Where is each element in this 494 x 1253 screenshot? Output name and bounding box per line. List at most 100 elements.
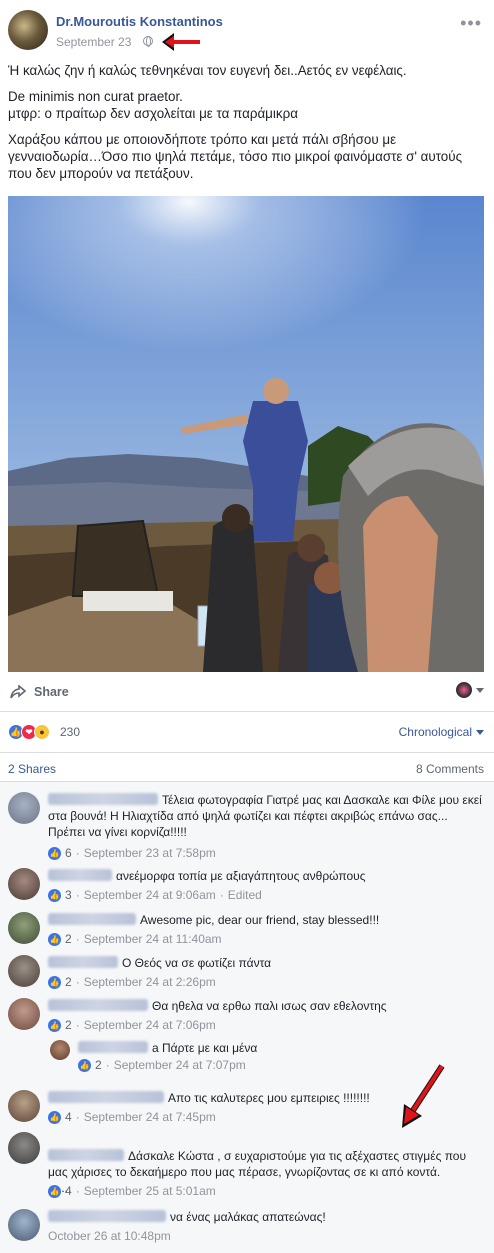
- comment: Τέλεια φωτογραφία Γιατρέ μας και Δασκαλε…: [0, 790, 494, 870]
- commenter-name[interactable]: [48, 999, 148, 1011]
- post-actions: Share: [0, 672, 494, 712]
- comment-like-count[interactable]: 2: [65, 1018, 72, 1032]
- reaction-icons[interactable]: 👍 ❤ ●: [8, 724, 50, 740]
- commenter-avatar[interactable]: [8, 998, 40, 1030]
- comment-time[interactable]: September 24 at 2:26pm: [84, 975, 216, 989]
- comment-body: Ο Θεός να σε φωτίζει πάντα: [122, 956, 272, 970]
- like-icon: 👍: [48, 888, 61, 902]
- comment-text: Awesome pic, dear our friend, stay bless…: [48, 912, 488, 928]
- commenter-name[interactable]: [48, 793, 158, 805]
- comment-time[interactable]: September 23 at 7:58pm: [84, 846, 216, 860]
- reactions-row: 👍 ❤ ● 230 Chronological: [0, 720, 494, 744]
- comment: να ένας μαλάκας απατεώνας! October 26 at…: [0, 1209, 494, 1249]
- commenter-avatar[interactable]: [8, 868, 40, 900]
- reaction-count[interactable]: 230: [60, 725, 80, 739]
- comment-time[interactable]: September 24 at 7:07pm: [114, 1058, 246, 1072]
- comment-time[interactable]: September 25 at 5:01am: [84, 1184, 216, 1198]
- commenter-avatar[interactable]: [8, 1090, 40, 1122]
- comment-meta: 👍 6 · September 23 at 7:58pm: [48, 846, 216, 860]
- comment-meta: 👍 2 · September 24 at 7:07pm: [78, 1058, 246, 1072]
- comment-like-count[interactable]: 6: [65, 846, 72, 860]
- comment-text: Θα ηθελα να ερθω παλι ισως σαν εθελοντης: [48, 998, 488, 1014]
- commenter-name[interactable]: [48, 913, 136, 925]
- commenter-avatar[interactable]: [8, 792, 40, 824]
- commenter-name[interactable]: [48, 1091, 164, 1103]
- more-options-icon[interactable]: •••: [460, 14, 482, 32]
- post-photo[interactable]: [8, 196, 484, 672]
- comment-sort-dropdown[interactable]: Chronological: [399, 725, 484, 739]
- like-icon: 👍: [78, 1058, 91, 1072]
- globe-icon: [143, 36, 153, 47]
- comment-like-count[interactable]: 4: [65, 1110, 72, 1124]
- sort-label: Chronological: [398, 725, 472, 739]
- comment-text: a Πάρτε με και μένα: [78, 1040, 488, 1056]
- comment-meta: October 26 at 10:48pm: [48, 1229, 171, 1243]
- comment-like-count[interactable]: 4: [65, 1184, 72, 1198]
- post-paragraph: Χαράξου κάπου με οποιονδήποτε τρόπο και …: [8, 132, 463, 181]
- commenter-name[interactable]: [78, 1041, 148, 1053]
- author-name[interactable]: Dr.Mouroutis Konstantinos: [56, 14, 223, 29]
- post-stats: 2 Shares 8 Comments: [0, 752, 494, 782]
- comment-body: a Πάρτε με και μένα: [152, 1041, 258, 1055]
- like-icon: 👍: [48, 1110, 61, 1124]
- comment-time[interactable]: October 26 at 10:48pm: [48, 1229, 171, 1243]
- comment-time[interactable]: September 24 at 11:40am: [84, 932, 222, 946]
- comment-meta: 👍 4 · September 24 at 7:45pm: [48, 1110, 216, 1124]
- audience-selector[interactable]: [456, 682, 484, 698]
- share-label: Share: [34, 685, 69, 699]
- comment-like-count[interactable]: 2: [65, 975, 72, 989]
- comment-body: να ένας μαλάκας απατεώνας!: [170, 1210, 326, 1224]
- like-icon: 👍: [48, 1018, 61, 1032]
- comment-meta: 👍 3 · September 24 at 9:06am · Edited: [48, 888, 262, 902]
- chevron-down-icon: [476, 729, 484, 735]
- comment-body: Awesome pic, dear our friend, stay bless…: [140, 913, 380, 927]
- profile-avatar: [456, 682, 472, 698]
- like-icon: 👍: [48, 932, 61, 946]
- shares-count-link[interactable]: 2 Shares: [8, 762, 56, 776]
- like-icon: 👍: [48, 846, 61, 860]
- comment-body: Απο τις καλυτερες μου εμπειριες !!!!!!!!: [168, 1091, 370, 1105]
- like-icon: 👍: [48, 975, 61, 989]
- commenter-name[interactable]: [48, 956, 118, 968]
- commenter-avatar[interactable]: [8, 1132, 40, 1164]
- commenter-avatar[interactable]: [8, 1209, 40, 1241]
- comment-meta: 👍 2 · September 24 at 11:40am: [48, 932, 222, 946]
- comment-meta: 👍 2 · September 24 at 7:06pm: [48, 1018, 216, 1032]
- annotation-arrow-icon: [162, 33, 200, 51]
- share-button[interactable]: Share: [10, 682, 69, 702]
- comment-body: Θα ηθελα να ερθω παλι ισως σαν εθελοντης: [152, 999, 387, 1013]
- like-icon: 👍: [48, 1184, 61, 1198]
- post-body: Ή καλώς ζην ή καλώς τεθνηκέναι τον ευγεν…: [8, 62, 486, 191]
- comment-body: ανεέμορφα τοπία με αξιαγάπητους ανθρώπου…: [116, 869, 366, 883]
- comment-text: ανεέμορφα τοπία με αξιαγάπητους ανθρώπου…: [48, 868, 488, 884]
- comment-like-count[interactable]: 3: [65, 888, 72, 902]
- comment-edited[interactable]: Edited: [228, 888, 262, 902]
- annotation-arrow-icon: [402, 1064, 445, 1128]
- chevron-down-icon: [476, 687, 484, 693]
- author-avatar[interactable]: [8, 10, 48, 50]
- commenter-name[interactable]: [48, 869, 112, 881]
- comment-text: Ο Θεός να σε φωτίζει πάντα: [48, 955, 488, 971]
- comments-list: Τέλεια φωτογραφία Γιατρέ μας και Δασκαλε…: [0, 782, 494, 1253]
- comment-time[interactable]: September 24 at 7:06pm: [84, 1018, 216, 1032]
- commenter-avatar[interactable]: [8, 912, 40, 944]
- comment: ανεέμορφα τοπία με αξιαγάπητους ανθρώπου…: [0, 868, 494, 908]
- comment-like-count[interactable]: 2: [65, 932, 72, 946]
- comment: Θα ηθελα να ερθω παλι ισως σαν εθελοντης…: [0, 998, 494, 1038]
- comment-text: να ένας μαλάκας απατεώνας!: [48, 1209, 488, 1225]
- commenter-avatar[interactable]: [8, 955, 40, 987]
- commenter-name[interactable]: [48, 1149, 124, 1161]
- comments-count-link[interactable]: 8 Comments: [416, 762, 484, 776]
- post-paragraph: De minimis non curat praetor. μτφρ: ο πρ…: [8, 89, 298, 121]
- post-date[interactable]: September 23: [56, 35, 131, 49]
- comment: Awesome pic, dear our friend, stay bless…: [0, 912, 494, 952]
- comment-like-count[interactable]: 2: [95, 1058, 102, 1072]
- comment-time[interactable]: September 24 at 9:06am: [84, 888, 216, 902]
- comment-time[interactable]: September 24 at 7:45pm: [84, 1110, 216, 1124]
- commenter-avatar[interactable]: [50, 1040, 70, 1060]
- post-header: Dr.Mouroutis Konstantinos September 23 •…: [8, 10, 488, 54]
- comment: Ο Θεός να σε φωτίζει πάντα 👍 2 · Septemb…: [0, 955, 494, 995]
- comment-meta: 👍 2 · September 24 at 2:26pm: [48, 975, 216, 989]
- comment-meta: 👍 4 · September 25 at 5:01am: [48, 1184, 216, 1198]
- commenter-name[interactable]: [48, 1210, 166, 1222]
